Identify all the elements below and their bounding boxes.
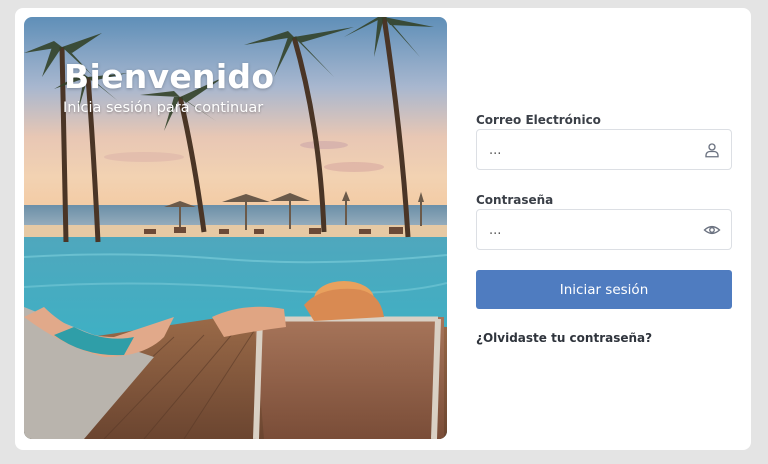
login-form: Correo Electrónico Contraseña Iniciar se… <box>476 8 732 450</box>
login-button[interactable]: Iniciar sesión <box>476 270 732 309</box>
hero-subtitle: Inicia sesión para continuar <box>63 100 264 116</box>
password-field-container[interactable] <box>476 209 732 250</box>
hero-image-panel: Bienvenido Inicia sesión para continuar <box>24 17 447 439</box>
login-card: Bienvenido Inicia sesión para continuar … <box>15 8 751 450</box>
eye-icon[interactable] <box>703 221 721 239</box>
password-label: Contraseña <box>476 193 554 207</box>
email-field-container[interactable] <box>476 129 732 170</box>
password-field[interactable] <box>489 220 689 240</box>
forgot-password-link[interactable]: ¿Olvidaste tu contraseña? <box>476 331 652 345</box>
email-field[interactable] <box>489 140 689 160</box>
user-icon <box>705 143 719 158</box>
email-label: Correo Electrónico <box>476 113 601 127</box>
hero-title: Bienvenido <box>64 57 275 96</box>
